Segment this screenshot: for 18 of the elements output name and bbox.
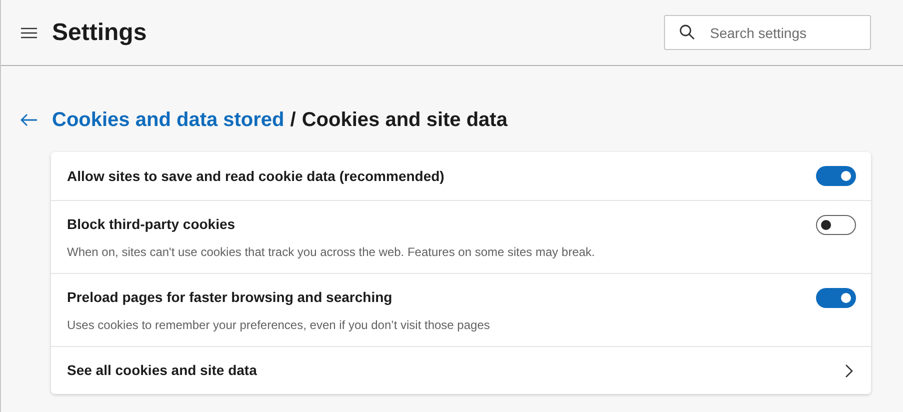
settings-link-row[interactable]: See all cookies and site data: [51, 346, 871, 394]
setting-label: Allow sites to save and read cookie data (recommended): [67, 166, 444, 186]
setting-description: When on, sites can't use cookies that track you across the web. Features on some sites may break.: [67, 244, 595, 260]
setting-description: Uses cookies to remember your preferences, even if you don’t visit those pages: [67, 316, 490, 334]
breadcrumb-separator: /: [290, 108, 296, 133]
toggle-switch[interactable]: [816, 215, 856, 235]
setting-label: Block third-party cookies: [67, 214, 236, 234]
page-title: Settings: [52, 18, 147, 48]
search-icon: [679, 24, 695, 40]
breadcrumb-current: Cookies and site data: [302, 108, 508, 133]
breadcrumb-link[interactable]: Cookies and data stored: [52, 105, 284, 135]
back-arrow-icon[interactable]: [20, 113, 38, 127]
search-field[interactable]: Search settings: [664, 15, 871, 50]
setting-label: Preload pages for faster browsing and searching: [67, 288, 394, 307]
toggle-switch[interactable]: [816, 288, 856, 308]
toggle-switch[interactable]: [816, 166, 856, 186]
menu-icon[interactable]: [21, 26, 37, 38]
chevron-right-icon: [845, 364, 853, 378]
